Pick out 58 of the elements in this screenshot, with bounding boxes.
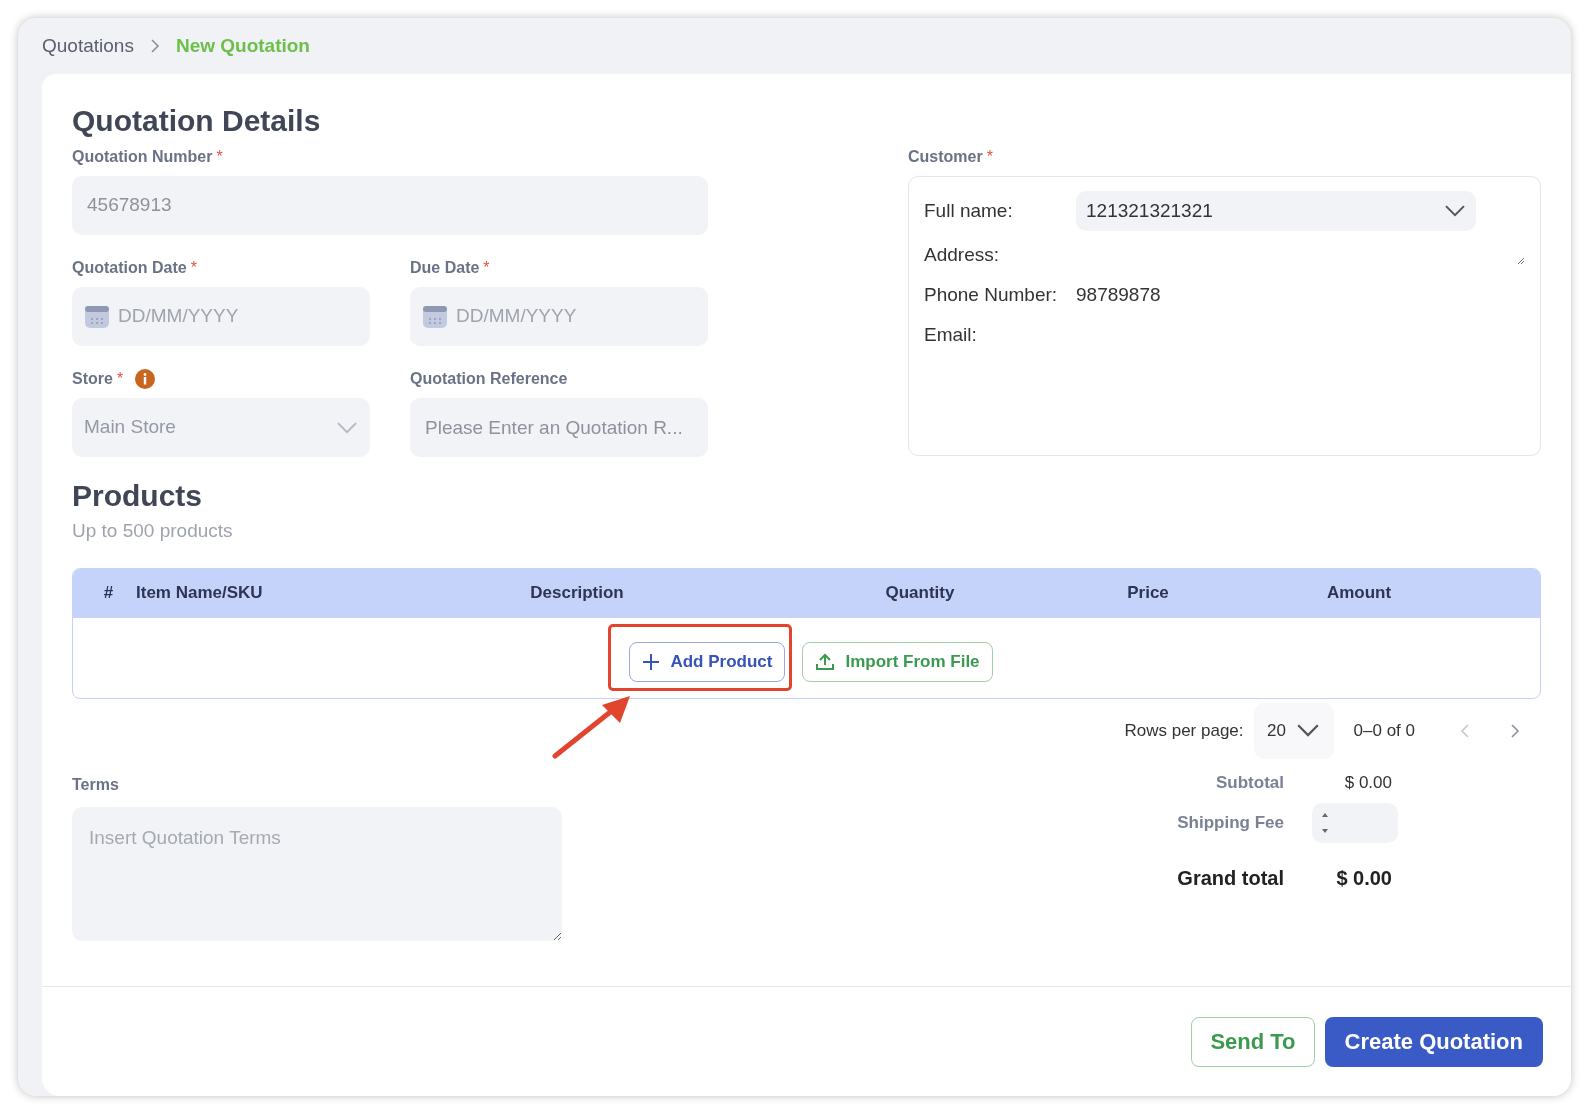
- phone-value: 98789878: [1076, 282, 1161, 307]
- field-label: Full name:: [924, 198, 1014, 223]
- field-label: Quotation Number: [72, 147, 213, 167]
- shipping-fee-field[interactable]: [1312, 802, 1398, 843]
- rows-per-page-select[interactable]: 20: [1253, 702, 1334, 759]
- import-file-button[interactable]: Import From File: [802, 642, 993, 682]
- required-mark: *: [190, 258, 197, 278]
- shipping-fee-label: Shipping Fee: [1177, 811, 1284, 834]
- section-subtitle: Up to 500 products: [72, 519, 234, 543]
- chevron-down-icon: [1444, 204, 1466, 218]
- grand-total-value: $ 0.00: [1336, 865, 1392, 891]
- date-placeholder: DD/MM/YYYY: [118, 304, 239, 329]
- field-label: Customer: [908, 147, 983, 167]
- section-title: Quotation Details: [72, 104, 322, 138]
- field-label: Phone Number:: [924, 282, 1059, 307]
- field-label: Terms: [72, 774, 120, 795]
- field-label: Due Date: [410, 258, 480, 278]
- plus-icon: [642, 653, 661, 671]
- breadcrumb-link[interactable]: New Quotation: [175, 31, 310, 61]
- grand-total-label: Grand total: [1177, 865, 1284, 891]
- upload-icon: [815, 653, 836, 671]
- customer-select[interactable]: 121321321321: [1076, 191, 1476, 231]
- subtotal-value: $ 0.00: [1344, 771, 1392, 794]
- rows-per-page-label: Rows per page:: [1124, 719, 1244, 742]
- date-placeholder: DD/MM/YYYY: [456, 304, 577, 329]
- required-mark: *: [216, 147, 223, 167]
- column-header: Price: [1127, 582, 1169, 605]
- subtotal-label: Subtotal: [1216, 771, 1284, 794]
- send-to-button[interactable]: Send To: [1191, 1016, 1315, 1067]
- column-header: Item Name/SKU: [136, 582, 264, 605]
- field-label: Address:: [924, 242, 999, 267]
- column-header: Amount: [1326, 582, 1392, 605]
- column-header: #: [103, 582, 114, 605]
- info-icon: [135, 369, 156, 389]
- calendar-icon: [84, 303, 110, 330]
- calendar-icon: [422, 303, 448, 330]
- chevron-right-icon: [149, 38, 160, 54]
- field-label: Email:: [924, 322, 977, 347]
- date-field[interactable]: DD/MM/YYYY: [410, 287, 708, 346]
- chevron-down-icon: [1296, 723, 1320, 738]
- chevron-down-icon: [336, 420, 358, 435]
- section-title: Products: [72, 479, 204, 513]
- field-label: Quotation Date: [72, 258, 187, 278]
- resize-handle-icon: [1517, 257, 1525, 265]
- terms-field[interactable]: Insert Quotation Terms: [72, 806, 562, 941]
- required-mark: *: [116, 369, 124, 389]
- required-mark: *: [986, 147, 993, 167]
- page-range: 0–0 of 0: [1353, 719, 1415, 742]
- column-header: Description: [530, 582, 624, 605]
- create-quotation-button[interactable]: Create Quotation: [1324, 1016, 1543, 1067]
- date-field[interactable]: DD/MM/YYYY: [72, 287, 370, 346]
- breadcrumb-link[interactable]: Quotations: [42, 31, 134, 61]
- field-label: Quotation Reference: [410, 369, 568, 389]
- column-header: Quantity: [885, 582, 955, 605]
- reference-field[interactable]: Please Enter an Quotation R...: [410, 398, 708, 457]
- add-product-button[interactable]: Add Product: [629, 642, 786, 682]
- field-label: Store: [72, 369, 113, 389]
- required-mark: *: [483, 258, 490, 278]
